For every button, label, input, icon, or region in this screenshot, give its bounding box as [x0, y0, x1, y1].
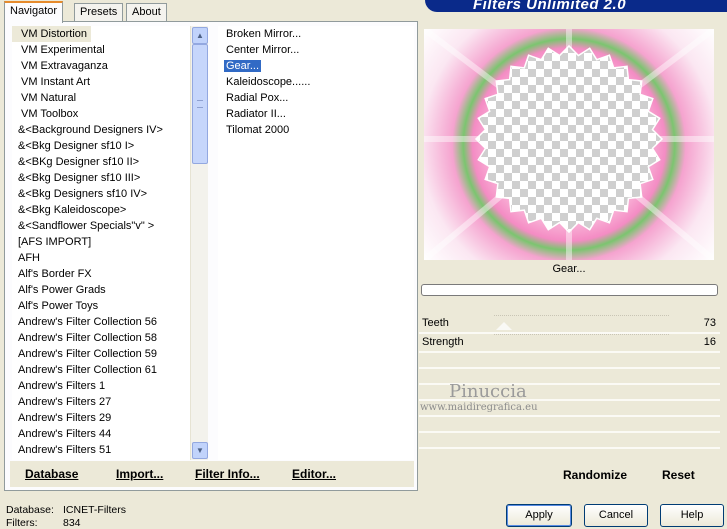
- preset-toolbar: Randomize Reset: [419, 462, 720, 488]
- filter-item[interactable]: Broken Mirror...: [218, 26, 414, 42]
- scroll-thumb[interactable]: [192, 44, 208, 164]
- empty-slider-row: [419, 417, 720, 433]
- filter-item[interactable]: Radiator II...: [218, 106, 414, 122]
- filter-item[interactable]: Kaleidoscope......: [218, 74, 414, 90]
- category-item[interactable]: Andrew's Filters 1: [12, 378, 190, 394]
- filter-item-label: Gear...: [224, 60, 262, 72]
- category-item[interactable]: Andrew's Filter Collection 58: [12, 330, 190, 346]
- preview-graphic: [424, 29, 714, 260]
- progress-bar: [421, 284, 718, 296]
- category-item[interactable]: &<Bkg Designer sf10 III>: [12, 170, 190, 186]
- category-item[interactable]: Andrew's Filters 29: [12, 410, 190, 426]
- cancel-button[interactable]: Cancel: [584, 504, 648, 527]
- slider-teeth[interactable]: Teeth 73: [419, 315, 720, 334]
- randomize-button[interactable]: Randomize: [563, 468, 627, 482]
- category-item[interactable]: AFH: [12, 250, 190, 266]
- preview-filter-name: Gear...: [552, 263, 586, 275]
- database-button[interactable]: Database: [25, 467, 78, 481]
- filter-item[interactable]: Radial Pox...: [218, 90, 414, 106]
- category-item[interactable]: &<Bkg Designer sf10 I>: [12, 138, 190, 154]
- category-item[interactable]: &<Bkg Kaleidoscope>: [12, 202, 190, 218]
- filter-item[interactable]: Center Mirror...: [218, 42, 414, 58]
- category-item[interactable]: VM Experimental: [12, 42, 190, 58]
- empty-slider-row: [419, 353, 720, 369]
- category-item[interactable]: Andrew's Filters 51: [12, 442, 190, 458]
- gear-icon: [474, 44, 664, 234]
- category-item[interactable]: &<Bkg Designers sf10 IV>: [12, 186, 190, 202]
- category-item[interactable]: Alf's Power Toys: [12, 298, 190, 314]
- category-item[interactable]: Andrew's Filter Collection 61: [12, 362, 190, 378]
- slider-thumb[interactable]: [496, 322, 512, 330]
- filter-item-label: Broken Mirror...: [226, 28, 302, 40]
- slider-value: 73: [703, 317, 716, 329]
- empty-slider-row: [419, 433, 720, 449]
- app-title-banner: Filters Unlimited 2.0: [425, 0, 727, 12]
- navigator-toolbar: Database Import... Filter Info... Editor…: [10, 461, 414, 487]
- filters-count-label: Filters:: [6, 517, 38, 529]
- filter-item-label: Radial Pox...: [226, 92, 289, 104]
- filter-item-label: Center Mirror...: [226, 44, 300, 56]
- slider-track[interactable]: [494, 315, 669, 317]
- category-item[interactable]: &<BKg Designer sf10 II>: [12, 154, 190, 170]
- category-item[interactable]: VM Natural: [12, 90, 190, 106]
- category-item[interactable]: VM Toolbox: [12, 106, 190, 122]
- editor-button[interactable]: Editor...: [292, 467, 336, 481]
- tab-navigator[interactable]: Navigator: [4, 1, 64, 23]
- category-item[interactable]: VM Extravaganza: [12, 58, 190, 74]
- preview-image: [424, 29, 714, 260]
- tab-presets[interactable]: Presets: [74, 3, 124, 21]
- filter-item[interactable]: Tilomat 2000: [218, 122, 414, 138]
- slider-track[interactable]: [494, 334, 669, 336]
- category-item[interactable]: Andrew's Filter Collection 56: [12, 314, 190, 330]
- category-item[interactable]: VM Distortion: [12, 26, 92, 42]
- help-button[interactable]: Help: [660, 504, 724, 527]
- category-item[interactable]: &<Sandflower Specials"v" >: [12, 218, 190, 234]
- grip-icon: [197, 100, 203, 108]
- filter-list[interactable]: Broken Mirror... Center Mirror... Gear..…: [218, 26, 414, 460]
- category-item[interactable]: Alf's Power Grads: [12, 282, 190, 298]
- import-button[interactable]: Import...: [116, 467, 163, 481]
- category-scrollbar[interactable]: ▲ ▼: [190, 26, 208, 460]
- filter-info-button[interactable]: Filter Info...: [195, 467, 260, 481]
- watermark-name: Pinuccia: [449, 381, 527, 402]
- filter-item-label: Radiator II...: [226, 108, 286, 120]
- category-item[interactable]: [AFS IMPORT]: [12, 234, 190, 250]
- watermark-site: www.maidiregrafica.eu: [420, 402, 538, 413]
- filter-item-selected[interactable]: Gear...: [218, 58, 414, 74]
- category-item[interactable]: Andrew's Filter Collection 59: [12, 346, 190, 362]
- filters-count-value: 834: [63, 517, 81, 529]
- scroll-down-icon[interactable]: ▼: [192, 442, 208, 459]
- category-item[interactable]: Andrew's Filters 27: [12, 394, 190, 410]
- scroll-up-icon[interactable]: ▲: [192, 27, 208, 44]
- reset-button[interactable]: Reset: [662, 468, 695, 482]
- category-item[interactable]: VM Instant Art: [12, 74, 190, 90]
- slider-value: 16: [703, 336, 716, 348]
- category-item[interactable]: &<Background Designers IV>: [12, 122, 190, 138]
- category-list[interactable]: VM Distortion VM Experimental VM Extrava…: [12, 26, 190, 460]
- apply-button[interactable]: Apply: [506, 504, 572, 527]
- category-item[interactable]: Alf's Border FX: [12, 266, 190, 282]
- slider-strength[interactable]: Strength 16: [419, 334, 720, 353]
- tab-about[interactable]: About: [126, 3, 167, 21]
- category-item[interactable]: Andrew's Filters 44: [12, 426, 190, 442]
- slider-label: Teeth: [422, 317, 449, 329]
- filter-item-label: Tilomat 2000: [226, 124, 290, 136]
- database-value: ICNET-Filters: [63, 504, 126, 516]
- database-label: Database:: [6, 504, 54, 516]
- slider-label: Strength: [422, 336, 464, 348]
- filter-item-label: Kaleidoscope......: [226, 76, 311, 88]
- app-title: Filters Unlimited 2.0: [473, 0, 627, 12]
